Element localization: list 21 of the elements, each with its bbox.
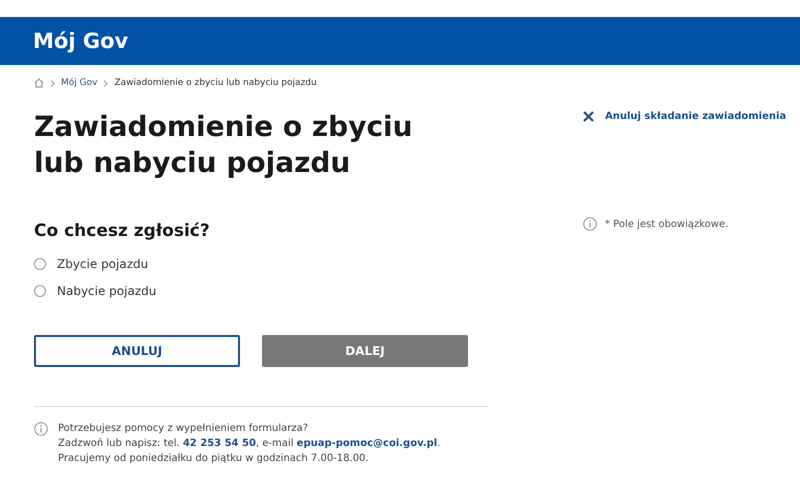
radio-button[interactable] [34, 285, 46, 297]
info-icon [583, 217, 597, 231]
radio-button[interactable] [34, 258, 46, 270]
chevron-icon [103, 80, 108, 86]
phone-link[interactable]: 42 253 54 50 [182, 438, 256, 449]
close-icon[interactable] [583, 111, 594, 122]
home-icon[interactable] [34, 78, 44, 88]
required-note: * Pole jest obowiązkowe. [605, 218, 728, 230]
breadcrumb-current: Zawiadomienie o zbyciu lub nabyciu pojazdu [114, 78, 317, 88]
email-link[interactable]: epuap-pomoc@coi.gov.pl [296, 438, 438, 449]
cancel-button[interactable]: ANULUJ [34, 335, 240, 367]
cancel-link[interactable]: Anuluj składanie zawiadomienia [583, 111, 786, 122]
option-label[interactable]: Zbycie pojazdu [57, 257, 148, 271]
question-heading: Co chcesz zgłosić? [34, 221, 211, 241]
site-logo[interactable]: Mój Gov [33, 29, 128, 53]
breadcrumb-link[interactable]: Mój Gov [61, 78, 98, 88]
info-icon [34, 422, 48, 436]
chevron-icon [50, 80, 55, 86]
page-title: Zawiadomienie o zbyciu lub nabyciu pojazdu [34, 109, 414, 181]
option-label[interactable]: Nabycie pojazdu [57, 284, 156, 298]
help-text: Potrzebujesz pomocy z wypełnieniem formularza? Zadzwoń lub napisz: tel. 42 253 54 50, e-mail epuap-pomoc@coi.gov.pl. Pracujemy od poniedziałku do piątku w godzinach 7.00-18.00. [58, 422, 440, 466]
